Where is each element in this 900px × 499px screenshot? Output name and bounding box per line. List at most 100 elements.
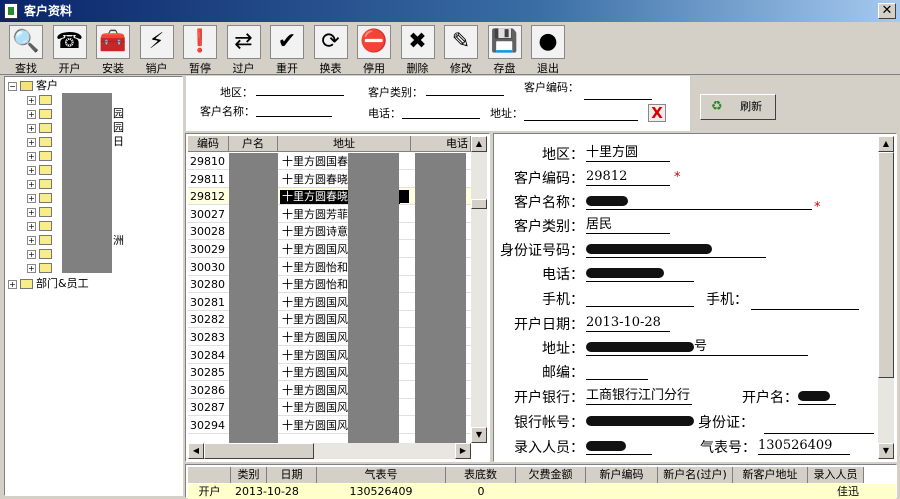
- expand-icon[interactable]: +: [27, 249, 36, 259]
- toolbar-button-0[interactable]: 🔍 查找: [6, 25, 46, 75]
- col-header-code[interactable]: 编码: [188, 136, 229, 152]
- zip-field[interactable]: [586, 362, 648, 380]
- redacted-block: [415, 153, 466, 443]
- toolbar-button-5[interactable]: ⇄ 过户: [224, 25, 264, 75]
- entry-staff-field[interactable]: [586, 437, 652, 455]
- history-col-header[interactable]: 新户名(过户): [658, 467, 733, 483]
- tree-item[interactable]: +: [27, 247, 55, 261]
- toolbar-button-12[interactable]: ● 退出: [528, 25, 568, 75]
- col-header-name[interactable]: 户名: [229, 136, 278, 152]
- region-input[interactable]: [256, 84, 344, 96]
- mobile-field[interactable]: [586, 289, 694, 307]
- scroll-up-button[interactable]: ▲: [471, 136, 487, 152]
- expand-icon[interactable]: +: [27, 263, 36, 273]
- phone-field[interactable]: [586, 264, 694, 282]
- toolbar-button-9[interactable]: ✖ 删除: [398, 25, 438, 75]
- date-field[interactable]: 2013-10-28: [586, 314, 670, 332]
- tree-item[interactable]: +: [27, 261, 55, 275]
- tree-item[interactable]: +: [27, 233, 55, 247]
- scroll-left-button[interactable]: ◀: [188, 443, 204, 459]
- history-col-header[interactable]: 新客户地址: [733, 467, 808, 483]
- toolbar-icon-6: ✔: [270, 25, 304, 59]
- cell-code: 30028: [190, 225, 225, 239]
- col-header-address[interactable]: 地址: [278, 136, 411, 152]
- toolbar-button-6[interactable]: ✔ 重开: [267, 25, 307, 75]
- history-col-header[interactable]: 欠费金额: [516, 467, 586, 483]
- bank-field[interactable]: 工商银行江门分行: [586, 387, 692, 405]
- redacted-text: [586, 195, 628, 206]
- toolbar-button-1[interactable]: ☎ 开户: [50, 25, 90, 75]
- expand-icon[interactable]: +: [27, 179, 36, 189]
- history-col-header[interactable]: 日期: [267, 467, 317, 483]
- scroll-thumb[interactable]: [471, 199, 487, 209]
- history-cell: 开户: [188, 484, 231, 499]
- grid-vscrollbar[interactable]: [471, 136, 487, 443]
- code-input[interactable]: [584, 88, 652, 100]
- tree-root[interactable]: − 客户: [8, 79, 58, 93]
- tree-item-dept[interactable]: + 部门&员工: [8, 277, 89, 291]
- expand-icon[interactable]: +: [27, 193, 36, 203]
- account-field[interactable]: [586, 412, 698, 430]
- tree-item[interactable]: +: [27, 205, 55, 219]
- phone-input[interactable]: [402, 107, 480, 119]
- toolbar-button-8[interactable]: ⛔ 停用: [354, 25, 394, 75]
- scroll-down-button[interactable]: ▼: [878, 443, 894, 459]
- tree-item[interactable]: +: [27, 107, 55, 121]
- name-input[interactable]: [256, 105, 332, 117]
- toolbar-button-4[interactable]: ❗ 暂停: [180, 25, 220, 75]
- scroll-thumb[interactable]: [878, 152, 894, 378]
- toolbar-button-3[interactable]: ⚡ 销户: [137, 25, 177, 75]
- meter-field[interactable]: 130526409: [758, 437, 850, 455]
- address-field[interactable]: 号: [586, 338, 808, 356]
- expand-icon[interactable]: +: [27, 165, 36, 175]
- history-col-header[interactable]: 表底数: [446, 467, 516, 483]
- type-field[interactable]: 居民: [586, 216, 670, 234]
- clear-filter-button[interactable]: X: [648, 104, 666, 122]
- scroll-down-button[interactable]: ▼: [471, 427, 487, 443]
- toolbar-button-7[interactable]: ⟳ 换表: [311, 25, 351, 75]
- tree-item[interactable]: +: [27, 121, 55, 135]
- name-field[interactable]: [586, 192, 812, 210]
- toolbar-label: 存盘: [493, 62, 516, 75]
- scroll-up-button[interactable]: ▲: [878, 136, 894, 152]
- history-col-header[interactable]: 类别: [231, 467, 267, 483]
- code-field[interactable]: 29812: [586, 168, 670, 186]
- account-id-field[interactable]: [764, 416, 874, 434]
- refresh-icon: ♻: [711, 99, 723, 114]
- mobile2-field[interactable]: [751, 292, 859, 310]
- tree-item[interactable]: +: [27, 219, 55, 233]
- region-field[interactable]: 十里方圆: [586, 144, 670, 162]
- toolbar-button-2[interactable]: 🧰 安装: [93, 25, 133, 75]
- address-input[interactable]: [524, 109, 638, 121]
- tree-item[interactable]: +: [27, 177, 55, 191]
- close-button[interactable]: ✕: [878, 3, 896, 19]
- expand-icon[interactable]: +: [27, 221, 36, 231]
- id-field[interactable]: [586, 240, 766, 258]
- hscroll-thumb[interactable]: [204, 443, 314, 459]
- toolbar-label: 开户: [58, 62, 81, 75]
- tree-item[interactable]: +: [27, 93, 55, 107]
- expand-icon[interactable]: +: [27, 207, 36, 217]
- expand-icon[interactable]: +: [27, 235, 36, 245]
- refresh-button[interactable]: ♻ 刷新: [700, 94, 776, 120]
- history-col-header[interactable]: 新户编码: [586, 467, 658, 483]
- required-star: *: [674, 170, 681, 185]
- tree-item[interactable]: +: [27, 149, 55, 163]
- expand-icon[interactable]: +: [27, 137, 36, 147]
- toolbar-button-11[interactable]: 💾 存盘: [485, 25, 525, 75]
- expand-icon[interactable]: +: [27, 151, 36, 161]
- tree-item[interactable]: +: [27, 191, 55, 205]
- toolbar-button-10[interactable]: ✎ 修改: [441, 25, 481, 75]
- tree-item[interactable]: +: [27, 163, 55, 177]
- scroll-right-button[interactable]: ▶: [455, 443, 471, 459]
- expand-icon[interactable]: +: [27, 95, 36, 105]
- history-col-header[interactable]: 气表号: [317, 467, 446, 483]
- account-name-field[interactable]: [798, 387, 836, 405]
- tree-item[interactable]: +: [27, 135, 55, 149]
- history-col-header[interactable]: 录入人员: [808, 467, 864, 483]
- col-header-phone[interactable]: 电话: [411, 136, 471, 152]
- expand-icon[interactable]: +: [27, 109, 36, 119]
- expand-icon[interactable]: +: [27, 123, 36, 133]
- type-input[interactable]: [426, 84, 504, 96]
- redacted-text: [586, 440, 626, 451]
